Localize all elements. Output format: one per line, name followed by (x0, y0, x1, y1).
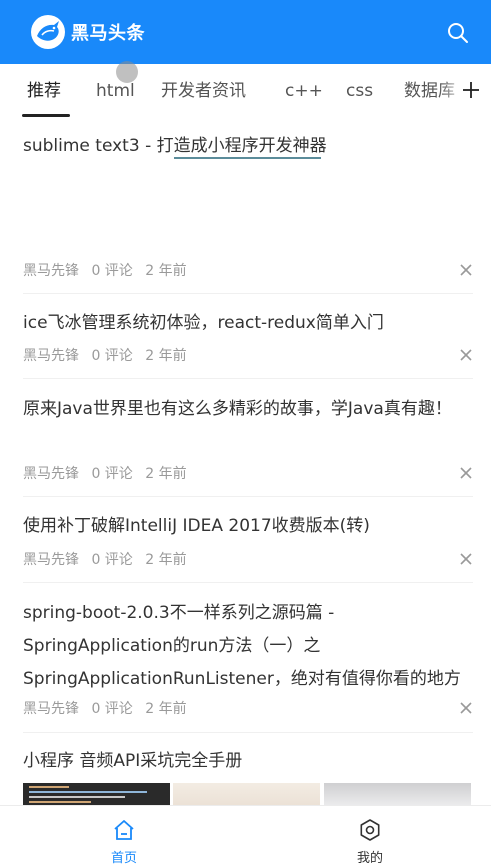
bottom-tabbar: 首页 我的 (0, 805, 491, 866)
app-header: 黑马头条 (0, 0, 491, 64)
divider (23, 732, 473, 733)
divider (23, 582, 473, 583)
tab-recommend[interactable]: 推荐 (27, 64, 61, 118)
app-logo[interactable]: 黑马头条 (30, 14, 145, 50)
article-time: 2 年前 (145, 348, 187, 364)
article-time: 2 年前 (145, 552, 187, 568)
article-time: 2 年前 (145, 263, 187, 279)
article-comments: 0 评论 (91, 466, 133, 482)
logo-text: 黑马头条 (71, 23, 145, 44)
article-author: 黑马先锋 (23, 552, 79, 568)
divider (23, 378, 473, 379)
article-comments: 0 评论 (91, 552, 133, 568)
search-icon[interactable] (447, 22, 469, 44)
article-item[interactable]: 使用补丁破解IntelliJ IDEA 2017收费版本(转) 黑马先锋 0 评… (23, 510, 473, 583)
article-author: 黑马先锋 (23, 701, 79, 717)
article-meta: 黑马先锋 0 评论 2 年前 (23, 260, 195, 280)
article-meta: 黑马先锋 0 评论 2 年前 (23, 463, 195, 483)
article-time: 2 年前 (145, 701, 187, 717)
article-title: ice飞冰管理系统初体验，react-redux简单入门 (23, 313, 384, 333)
article-title: 小程序 音频API采坑完全手册 (23, 751, 243, 771)
tabbar-label: 我的 (356, 851, 383, 866)
close-icon[interactable] (459, 348, 473, 362)
article-item[interactable]: 原来Java世界里也有这么多精彩的故事，学Java真有趣！ 黑马先锋 0 评论 … (23, 393, 473, 497)
article-title: 使用补丁破解IntelliJ IDEA 2017收费版本(转) (23, 516, 370, 536)
article-comments: 0 评论 (91, 701, 133, 717)
tab-developer-news[interactable]: 开发者资讯 (161, 64, 246, 118)
article-meta: 黑马先锋 0 评论 2 年前 (23, 549, 195, 569)
horse-logo-icon (31, 15, 65, 49)
article-meta: 黑马先锋 0 评论 2 年前 (23, 345, 195, 365)
close-icon[interactable] (459, 263, 473, 277)
article-comments: 0 评论 (91, 263, 133, 279)
plus-icon[interactable] (459, 78, 483, 102)
article-meta: 黑马先锋 0 评论 2 年前 (23, 698, 195, 718)
close-icon[interactable] (459, 701, 473, 715)
article-author: 黑马先锋 (23, 348, 79, 364)
article-time: 2 年前 (145, 466, 187, 482)
article-item[interactable]: ice飞冰管理系统初体验，react-redux简单入门 黑马先锋 0 评论 2… (23, 307, 473, 379)
article-item[interactable]: sublime text3 - 打造成小程序开发神器 黑马先锋 0 评论 2 年… (23, 130, 473, 294)
tab-cpp[interactable]: c++ (285, 64, 323, 118)
tabbar-label: 首页 (110, 851, 137, 866)
channel-tabs: 推荐 html 开发者资讯 c++ css 数据库 (0, 64, 491, 118)
close-icon[interactable] (459, 552, 473, 566)
tabbar-item-mine[interactable]: 我的 (330, 806, 410, 866)
article-title: 原来Java世界里也有这么多精彩的故事，学Java真有趣！ (23, 399, 452, 419)
divider (23, 293, 473, 294)
article-item[interactable]: spring-boot-2.0.3不一样系列之源码篇 - SpringAppli… (23, 597, 473, 733)
tabbar-item-home[interactable]: 首页 (84, 806, 164, 866)
article-title: spring-boot-2.0.3不一样系列之源码篇 - SpringAppli… (23, 603, 461, 689)
divider (23, 496, 473, 497)
tab-css[interactable]: css (346, 64, 373, 118)
home-icon (114, 820, 134, 840)
touch-indicator (116, 61, 138, 83)
article-comments: 0 评论 (91, 348, 133, 364)
title-underline (174, 157, 321, 159)
article-author: 黑马先锋 (23, 263, 79, 279)
close-icon[interactable] (459, 466, 473, 480)
article-item[interactable]: 小程序 音频API采坑完全手册 (23, 745, 473, 813)
gear-icon (360, 819, 380, 841)
active-tab-indicator (22, 114, 70, 117)
article-author: 黑马先锋 (23, 466, 79, 482)
